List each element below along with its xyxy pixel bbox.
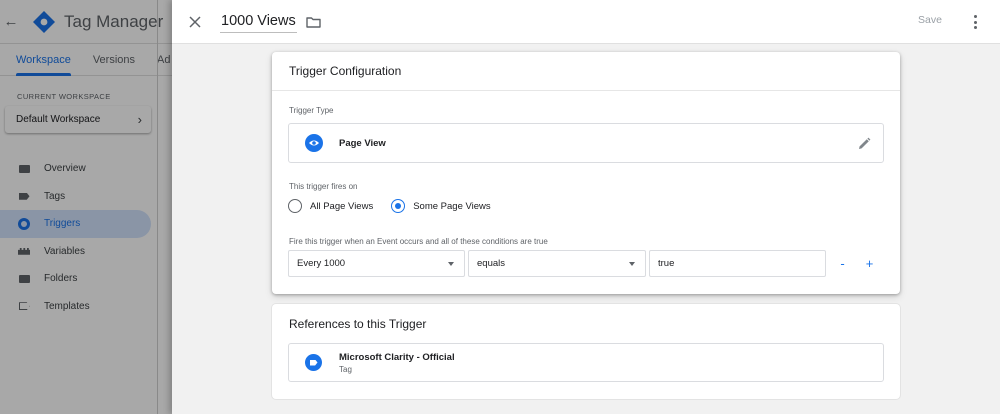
- folder-button[interactable]: [306, 14, 322, 30]
- radio-unchecked-icon: [288, 199, 302, 213]
- panel-header: 1000 Views Save: [172, 0, 1000, 44]
- reference-type: Tag: [339, 364, 352, 374]
- radio-checked-icon: [391, 199, 406, 213]
- condition-row: Every 1000 equals true - +: [288, 250, 883, 277]
- dropdown-arrow-icon: [448, 262, 454, 266]
- close-button[interactable]: [172, 0, 218, 44]
- radio-some-page-views[interactable]: Some Page Views: [391, 199, 491, 213]
- close-icon: [189, 15, 201, 28]
- trigger-name-field[interactable]: 1000 Views: [220, 11, 297, 33]
- eye-icon: [305, 134, 323, 152]
- fires-on-radio-group: All Page Views Some Page Views: [288, 199, 509, 213]
- trigger-type-name: Page View: [339, 137, 386, 149]
- condition-value-text: true: [658, 258, 675, 269]
- reference-name: Microsoft Clarity - Official: [339, 351, 455, 363]
- save-button[interactable]: Save: [918, 14, 942, 26]
- trigger-configuration-card: Trigger Configuration Trigger Type Page …: [272, 52, 900, 294]
- card-title: Trigger Configuration: [272, 52, 900, 91]
- radio-all-page-views[interactable]: All Page Views: [288, 199, 373, 213]
- trigger-editor-panel: 1000 Views Save Trigger Configuration Tr…: [172, 0, 1000, 414]
- remove-condition-button[interactable]: -: [829, 250, 856, 277]
- card-title: References to this Trigger: [289, 317, 427, 331]
- condition-operator-select[interactable]: equals: [468, 250, 646, 277]
- edit-pencil-icon[interactable]: [856, 136, 872, 152]
- add-condition-button[interactable]: +: [856, 250, 883, 277]
- reference-item[interactable]: Microsoft Clarity - Official Tag: [288, 343, 884, 382]
- condition-value-input[interactable]: true: [649, 250, 826, 277]
- radio-label: Some Page Views: [413, 200, 491, 212]
- condition-operator-value: equals: [477, 258, 505, 269]
- overlay-scrim[interactable]: [0, 0, 172, 414]
- fires-on-label: This trigger fires on: [289, 182, 358, 191]
- condition-variable-value: Every 1000: [297, 258, 346, 269]
- more-vert-icon[interactable]: [968, 12, 982, 32]
- trigger-type-label: Trigger Type: [289, 106, 334, 115]
- condition-label: Fire this trigger when an Event occurs a…: [289, 237, 548, 246]
- trigger-type-selector[interactable]: Page View: [288, 123, 884, 163]
- references-card: References to this Trigger Microsoft Cla…: [272, 304, 900, 399]
- condition-variable-select[interactable]: Every 1000: [288, 250, 465, 277]
- radio-label: All Page Views: [310, 200, 374, 212]
- folder-icon: [306, 16, 321, 28]
- tag-icon: [305, 354, 322, 371]
- dropdown-arrow-icon: [629, 262, 635, 266]
